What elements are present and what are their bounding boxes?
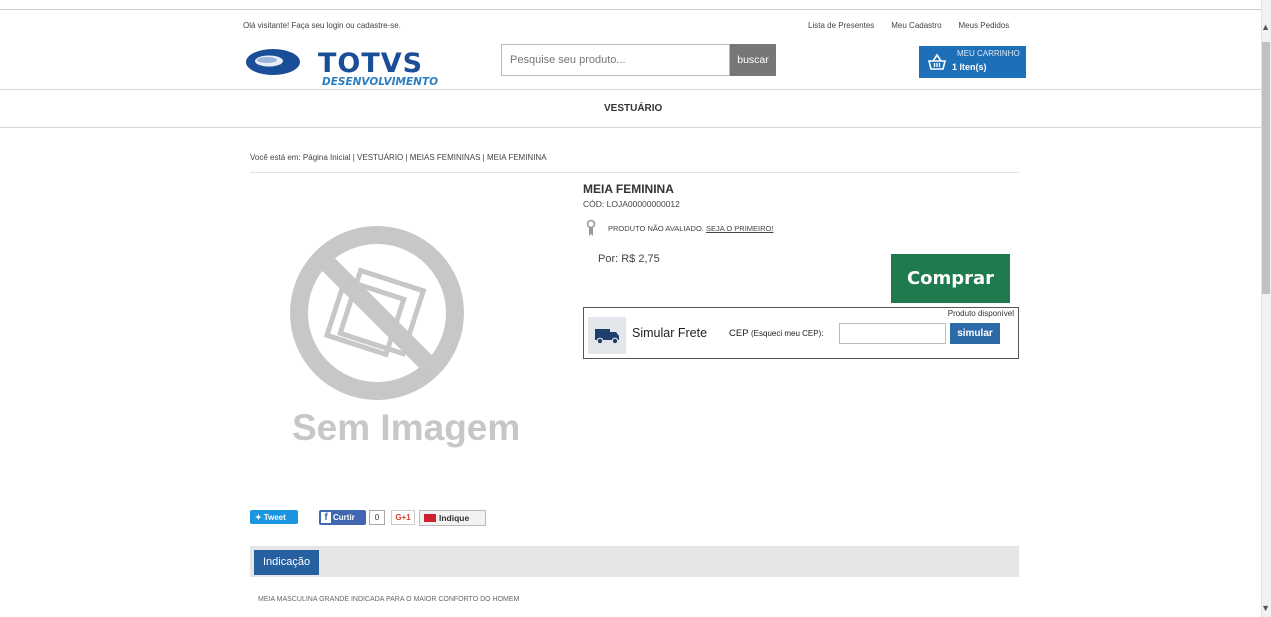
forgot-cep-link[interactable]: (Esqueci meu CEP): (751, 329, 823, 338)
product-code: CÓD: LOJA00000000012 (583, 199, 680, 209)
tweet-label: Tweet (263, 512, 286, 522)
rate-first-link[interactable]: SEJA O PRIMEIRO! (706, 224, 774, 233)
scroll-down-icon[interactable]: ▼ (1261, 603, 1270, 613)
no-image-label: Sem Imagem (292, 407, 521, 448)
availability-status: Produto disponível (947, 309, 1014, 318)
truck-icon-box (588, 317, 626, 354)
link-my-account[interactable]: Meu Cadastro (891, 21, 941, 30)
cep-input[interactable] (839, 323, 946, 344)
shipping-title: Simular Frete (632, 326, 708, 340)
rating-label: PRODUTO NÃO AVALIADO. (608, 224, 704, 233)
link-my-orders[interactable]: Meus Pedidos (959, 21, 1010, 30)
logo-wordmark: TOTVS (318, 48, 424, 79)
award-icon (586, 219, 596, 236)
indique-label: Indique (439, 513, 470, 523)
page-scrollbar[interactable]: ▲ ▼ (1261, 0, 1271, 617)
product-tabs: Indicação (250, 546, 1019, 577)
cart-button[interactable]: MEU CARRINHO 1 Iten(s) (919, 46, 1026, 78)
search-input[interactable] (501, 44, 730, 76)
category-nav: VESTUÁRIO (0, 89, 1261, 128)
rating-status: PRODUTO NÃO AVALIADO. SEJA O PRIMEIRO! (608, 224, 773, 233)
like-count: 0 (369, 510, 385, 525)
breadcrumb[interactable]: Você está em: Página Inicial | VESTUÁRIO… (250, 153, 547, 162)
mail-icon (424, 514, 436, 522)
gplus-button[interactable]: G+1 (391, 510, 415, 525)
logo-subtitle: DESENVOLVIMENTO (322, 76, 439, 88)
facebook-like-button[interactable]: f Curtir (319, 510, 366, 525)
buy-button[interactable]: Comprar (891, 254, 1010, 303)
basket-icon (927, 53, 947, 70)
search-button[interactable]: buscar (730, 44, 776, 76)
cep-label: CEP (Esqueci meu CEP): (729, 328, 823, 339)
facebook-icon: f (321, 512, 331, 523)
product-title: MEIA FEMININA (583, 182, 674, 196)
link-gift-list[interactable]: Lista de Presentes (808, 21, 874, 30)
truck-icon (595, 329, 619, 345)
shipping-simulator: Produto disponível Simular Frete CEP (Es… (583, 307, 1019, 359)
tab-indicacao[interactable]: Indicação (254, 550, 320, 575)
nav-item-vestuario[interactable]: VESTUÁRIO (604, 103, 662, 114)
simulate-button[interactable]: simular (950, 323, 1000, 344)
top-links: Lista de Presentes Meu Cadastro Meus Ped… (808, 21, 1009, 30)
twitter-bird-icon: ✦ (255, 512, 262, 522)
tab-content: MEIA MASCULINA GRANDE INDICADA PARA O MA… (258, 596, 520, 603)
product-price: Por: R$ 2,75 (598, 253, 660, 265)
cart-count: 1 Iten(s) (952, 62, 987, 72)
scrollbar-thumb[interactable] (1262, 42, 1270, 294)
welcome-text[interactable]: Olá visitante! Faça seu login ou cadastr… (243, 21, 401, 30)
like-label: Curtir (333, 513, 355, 522)
scroll-up-icon[interactable]: ▲ (1261, 22, 1270, 32)
browser-top-border (0, 0, 1261, 10)
cep-text: CEP (729, 328, 749, 339)
cart-title: MEU CARRINHO (957, 49, 1020, 58)
indique-button[interactable]: Indique (419, 510, 486, 526)
tweet-button[interactable]: ✦ Tweet (250, 510, 298, 524)
divider (250, 172, 1019, 173)
